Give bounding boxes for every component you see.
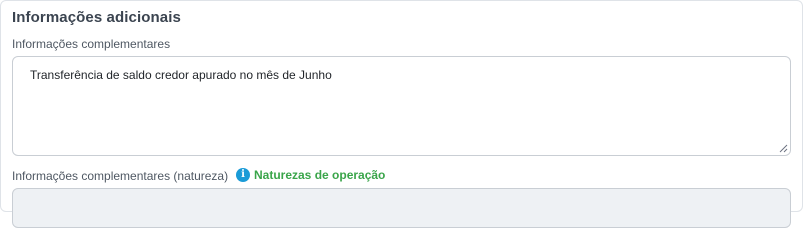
complementary-info-value: Transferência de saldo credor apurado no… <box>30 68 332 82</box>
nature-info-textarea[interactable] <box>12 188 791 228</box>
resize-handle-icon[interactable] <box>779 144 788 153</box>
complementary-info-label: Informações complementares <box>12 37 171 51</box>
info-icon: i <box>236 168 250 182</box>
complementary-info-textarea[interactable]: Transferência de saldo credor apurado no… <box>12 56 791 156</box>
section-title: Informações adicionais <box>12 9 181 26</box>
nature-info-label: Informações complementares (natureza) <box>12 169 229 183</box>
operation-natures-link-label: Naturezas de operação <box>254 168 386 182</box>
additional-info-card: Informações adicionais Informações compl… <box>0 0 803 228</box>
operation-natures-link[interactable]: i Naturezas de operação <box>236 168 385 182</box>
